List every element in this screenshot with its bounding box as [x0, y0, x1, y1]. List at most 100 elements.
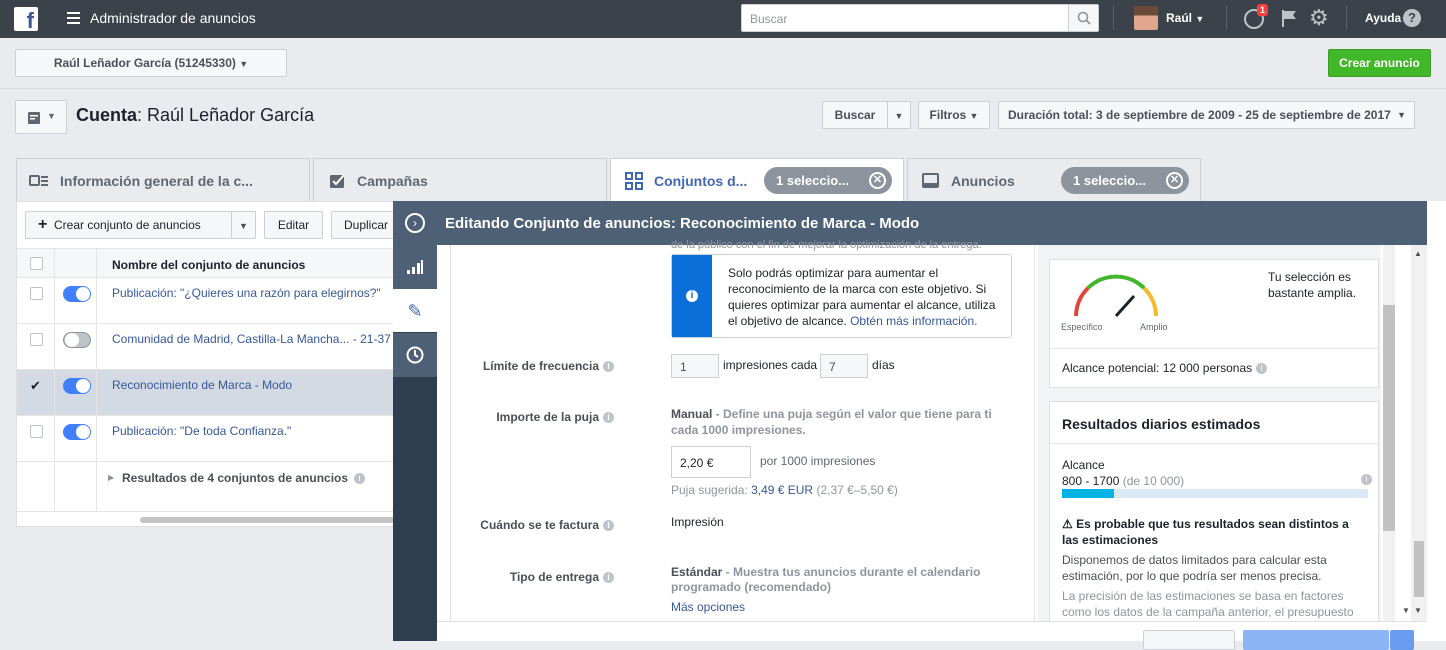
warning-title-text: Es probable que tus resultados sean dist…	[1062, 517, 1349, 547]
frequency-unit: días	[872, 358, 895, 372]
edit-button[interactable]: Editar	[264, 211, 323, 239]
info-icon[interactable]: i	[603, 572, 614, 584]
create-ad-button[interactable]: Crear anuncio	[1328, 49, 1431, 77]
ad-set-name-link[interactable]: Reconocimiento de Marca - Modo	[112, 378, 292, 392]
row-checkbox[interactable]	[30, 333, 43, 346]
bid-label: Importe de la puja i	[496, 410, 614, 424]
learn-more-link[interactable]: Obtén más información.	[850, 314, 977, 328]
account-menu-button[interactable]: ▼	[15, 100, 67, 134]
menu-icon[interactable]	[67, 12, 80, 24]
gear-icon[interactable]: ⚙	[1309, 6, 1329, 30]
info-icon[interactable]: i	[1361, 474, 1372, 485]
billing-label: Cuándo se te factura i	[480, 518, 614, 532]
table-row-selected[interactable]: ✔ Reconocimiento de Marca - Modo	[17, 370, 395, 416]
row-checkbox-checked[interactable]: ✔	[30, 379, 43, 392]
bid-unit: por 1000 impresiones	[760, 454, 876, 468]
row-checkbox[interactable]	[30, 425, 43, 438]
scroll-up-icon[interactable]: ▲	[1414, 249, 1422, 258]
ad-set-name-link[interactable]: Publicación: "¿Quieres una razón para el…	[112, 286, 381, 300]
app-title[interactable]: Administrador de anuncios	[90, 10, 256, 26]
scrollbar-thumb[interactable]	[1414, 541, 1424, 597]
select-all-checkbox[interactable]	[30, 257, 43, 270]
info-icon[interactable]: i	[603, 412, 614, 424]
table-row[interactable]: Comunidad de Madrid, Castilla-La Mancha.…	[17, 324, 395, 370]
ad-set-name-link[interactable]: Publicación: "De toda Confianza."	[112, 424, 291, 438]
row-checkbox[interactable]	[30, 287, 43, 300]
facebook-logo-icon[interactable]: f	[14, 7, 38, 31]
help-link[interactable]: Ayuda	[1365, 11, 1401, 25]
status-toggle[interactable]	[63, 378, 91, 394]
info-notice: i Solo podrás optimizar para aumentar el…	[671, 254, 1012, 338]
selection-pill[interactable]: 1 seleccio... ✕	[764, 167, 892, 194]
divider	[54, 278, 55, 512]
collapse-icon[interactable]: ›	[405, 213, 425, 233]
info-icon: i	[686, 290, 698, 302]
filters-button[interactable]: Filtros ▼	[918, 101, 990, 129]
ad-set-name-link[interactable]: Comunidad de Madrid, Castilla-La Mancha.…	[112, 332, 391, 346]
info-icon[interactable]: i	[603, 361, 614, 373]
stats-icon[interactable]	[393, 245, 437, 289]
account-selector[interactable]: Raúl Leñador García (51245330) ▼	[15, 49, 287, 77]
search-dropdown-button[interactable]: ▼	[887, 101, 911, 129]
status-toggle[interactable]	[63, 424, 91, 440]
pencil-icon[interactable]: ✎	[393, 289, 437, 332]
divider	[96, 278, 97, 512]
horizontal-scrollbar[interactable]	[140, 517, 395, 523]
close-button[interactable]	[1143, 630, 1235, 650]
selection-pill[interactable]: 1 seleccio... ✕	[1061, 167, 1189, 194]
create-dropdown-button[interactable]: ▼	[231, 211, 256, 239]
caret-right-icon[interactable]: ▶	[108, 473, 114, 482]
edit-panel-sidebar: ✎	[393, 245, 437, 641]
scrollbar-thumb[interactable]	[1383, 305, 1395, 531]
divider	[0, 88, 1446, 89]
divider	[1113, 6, 1114, 30]
table-row[interactable]: Publicación: "De toda Confianza."	[17, 416, 395, 462]
scroll-down-icon[interactable]: ▼	[1402, 606, 1410, 615]
reach-bar-fill	[1062, 489, 1115, 498]
info-icon[interactable]: i	[603, 520, 614, 532]
publish-dropdown-button[interactable]	[1390, 630, 1414, 650]
search-input[interactable]: Buscar	[741, 4, 1099, 32]
close-icon[interactable]: ✕	[869, 172, 886, 189]
info-icon[interactable]: i	[1256, 363, 1268, 375]
date-range-picker[interactable]: Duración total: 3 de septiembre de 2009 …	[998, 101, 1415, 129]
duplicate-button[interactable]: Duplicar	[331, 211, 401, 239]
divider	[96, 249, 97, 279]
truncated-text: de la público con el fin de mejorar la o…	[671, 239, 982, 251]
help-icon[interactable]: ?	[1403, 9, 1421, 27]
frequency-impressions-input[interactable]: 1	[671, 354, 719, 378]
create-ad-set-button[interactable]: + Crear conjunto de anuncios	[25, 211, 232, 239]
avatar[interactable]	[1134, 6, 1158, 30]
table-row[interactable]: Publicación: "¿Quieres una razón para el…	[17, 278, 395, 324]
chevron-down-icon: ▼	[239, 59, 249, 69]
suggested-value-link[interactable]: 3,49 € EUR	[751, 483, 813, 497]
delivery-label-text: Tipo de entrega	[509, 570, 599, 584]
panel-scrollbar[interactable]: ▲ ▼	[1411, 245, 1427, 623]
suggested-bid: Puja sugerida: 3,49 € EUR (2,37 €–5,50 €…	[671, 483, 898, 497]
status-toggle[interactable]	[63, 332, 91, 348]
divider	[1346, 6, 1347, 30]
more-options-link[interactable]: Más opciones	[671, 600, 745, 614]
scroll-down-icon[interactable]: ▼	[1414, 606, 1422, 615]
suggested-range: (2,37 €–5,50 €)	[816, 483, 898, 497]
tab-account-overview[interactable]: Información general de la c...	[16, 158, 310, 202]
close-icon[interactable]: ✕	[1166, 172, 1183, 189]
search-button[interactable]	[1068, 5, 1098, 31]
user-menu[interactable]: Raúl ▼	[1166, 11, 1204, 25]
estimates-scrollbar[interactable]	[1383, 245, 1395, 623]
chevron-down-icon: ▼	[894, 111, 904, 121]
column-header[interactable]: Nombre del conjunto de anuncios	[112, 258, 305, 272]
reach-range-value: 800 - 1700	[1062, 474, 1120, 488]
publish-button[interactable]	[1243, 630, 1389, 650]
bid-amount-input[interactable]: 2,20 €	[671, 446, 751, 478]
tab-campaigns[interactable]: Campañas	[313, 158, 607, 202]
status-toggle[interactable]	[63, 286, 91, 302]
search-button[interactable]: Buscar	[822, 101, 888, 129]
info-icon[interactable]: i	[354, 473, 365, 484]
frequency-days-input[interactable]: 7	[820, 354, 868, 378]
top-bar: f Administrador de anuncios Buscar Raúl …	[0, 0, 1446, 38]
selection-pill-label: 1 seleccio...	[1073, 173, 1146, 188]
flag-icon[interactable]	[1280, 9, 1298, 27]
clock-icon[interactable]	[393, 333, 437, 377]
reach-label: Alcance	[1062, 458, 1105, 472]
